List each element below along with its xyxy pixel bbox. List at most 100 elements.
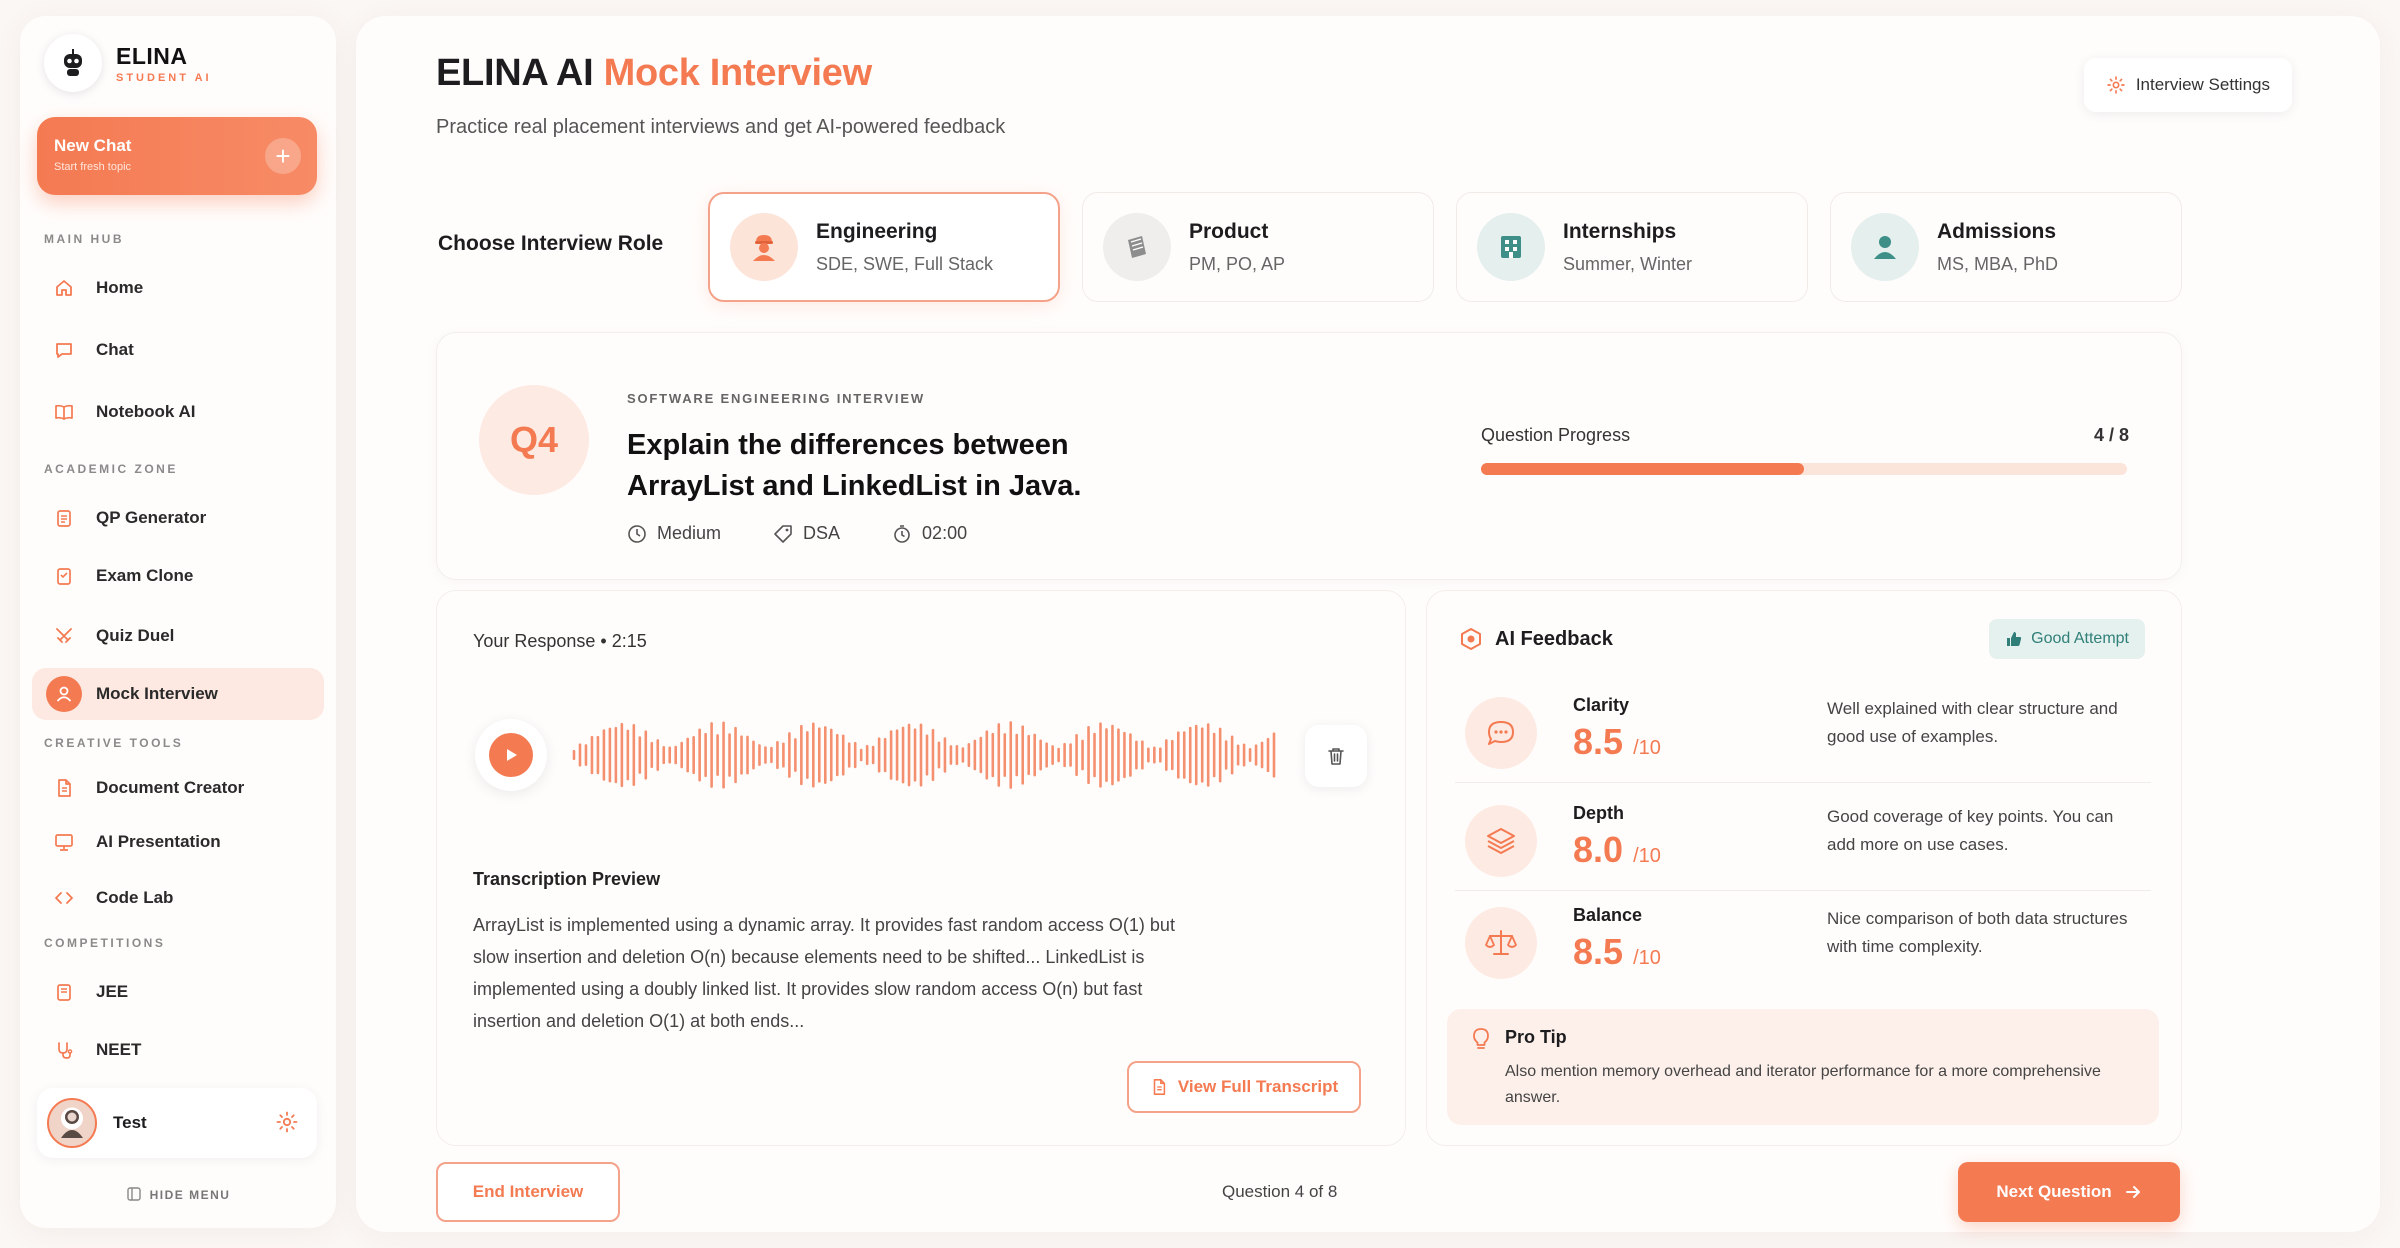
page-title: ELINA AI Mock Interview xyxy=(436,52,872,95)
waveform-bar xyxy=(955,745,959,765)
waveform-bar xyxy=(925,734,929,776)
waveform-bar xyxy=(644,730,648,780)
book-icon xyxy=(46,394,82,430)
sidebar-item-document-creator[interactable]: Document Creator xyxy=(32,762,324,814)
role-card-internships[interactable]: Internships Summer, Winter xyxy=(1456,192,1808,302)
sidebar-item-jee[interactable]: JEE xyxy=(32,966,324,1018)
end-interview-button[interactable]: End Interview xyxy=(436,1162,620,1222)
clipboard-icon xyxy=(46,500,82,536)
waveform-bar xyxy=(1254,744,1258,766)
stethoscope-icon xyxy=(46,1032,82,1068)
waveform-bar xyxy=(770,746,773,764)
delete-recording-button[interactable] xyxy=(1305,725,1367,787)
waveform-bar xyxy=(817,727,821,783)
waveform-bar xyxy=(674,745,678,765)
timer-meta: 02:00 xyxy=(892,523,967,544)
brand[interactable]: ELINA STUDENT AI xyxy=(44,34,212,92)
waveform-bar xyxy=(734,726,737,784)
pro-tip: Pro Tip Also mention memory overhead and… xyxy=(1447,1009,2159,1125)
gear-icon[interactable] xyxy=(275,1110,299,1139)
sidebar-item-label: Code Lab xyxy=(96,888,174,907)
new-chat-button[interactable]: New Chat Start fresh topic + xyxy=(37,117,317,195)
response-title: Your Response • 2:15 xyxy=(473,631,647,651)
waveform-bar xyxy=(782,742,785,768)
waveform-bar xyxy=(1057,747,1060,763)
timer-label: 02:00 xyxy=(922,523,968,543)
role-card-admissions[interactable]: Admissions MS, MBA, PhD xyxy=(1830,192,2182,302)
waveform-bar xyxy=(1039,739,1042,771)
user-profile-card[interactable]: Test xyxy=(37,1088,317,1158)
waveform-bar xyxy=(638,736,642,774)
audio-waveform[interactable] xyxy=(571,717,1277,793)
waveform-bar xyxy=(614,726,618,784)
waveform-bar xyxy=(662,745,666,765)
role-desc: MS, MBA, PhD xyxy=(1937,253,2059,274)
role-name: Product xyxy=(1189,219,1269,243)
user-icon xyxy=(46,676,82,712)
waveform-bar xyxy=(746,735,749,775)
next-question-label: Next Question xyxy=(1996,1182,2112,1201)
sidebar-item-home[interactable]: Home xyxy=(32,262,324,314)
waveform-bar xyxy=(823,726,827,784)
waveform-bar xyxy=(985,730,989,780)
sidebar-item-neet[interactable]: NEET xyxy=(32,1024,324,1076)
waveform-bar xyxy=(1033,733,1036,777)
waveform-bar xyxy=(967,743,971,767)
metric-balance: Balance 8.5 /10 Nice comparison of both … xyxy=(1455,897,2151,993)
waveform-bar xyxy=(1153,746,1156,764)
waveform-bar xyxy=(1015,733,1019,777)
section-creative-tools: CREATIVE TOOLS xyxy=(44,736,184,750)
waveform-bar xyxy=(1105,728,1108,782)
sidebar-item-label: Mock Interview xyxy=(96,684,218,703)
interview-settings-button[interactable]: Interview Settings xyxy=(2083,58,2292,112)
waveform-bar xyxy=(1248,748,1252,762)
speech-bubble-icon xyxy=(1465,697,1537,769)
waveform-bar xyxy=(776,740,779,770)
status-badge-label: Good Attempt xyxy=(2031,630,2129,647)
main-panel: ELINA AI Mock Interview Practice real pl… xyxy=(356,16,2380,1232)
robot-logo-icon xyxy=(44,34,102,92)
new-chat-title: New Chat xyxy=(54,136,132,155)
sidebar-item-exam-clone[interactable]: Exam Clone xyxy=(32,550,324,602)
sidebar-item-code-lab[interactable]: Code Lab xyxy=(32,872,324,924)
play-button[interactable] xyxy=(475,719,547,791)
question-text: Explain the differences between ArrayLis… xyxy=(627,429,1082,502)
metric-score-value: 8.0 xyxy=(1573,829,1624,870)
waveform-bar xyxy=(752,740,755,770)
sidebar-item-qp-generator[interactable]: QP Generator xyxy=(32,492,324,544)
sidebar-item-quiz-duel[interactable]: Quiz Duel xyxy=(32,610,324,662)
sidebar-item-ai-presentation[interactable]: AI Presentation xyxy=(32,816,324,868)
role-name: Admissions xyxy=(1937,219,2057,243)
waveform-bar xyxy=(871,745,875,765)
arrow-right-icon xyxy=(2125,1186,2140,1198)
waveform-bar xyxy=(1224,740,1228,770)
ai-feedback-title: AI Feedback xyxy=(1495,627,1613,650)
brand-subtitle: STUDENT AI xyxy=(116,71,212,84)
waveform-bar xyxy=(620,722,624,788)
sidebar-item-mock-interview[interactable]: Mock Interview xyxy=(32,668,324,720)
waveform-bar xyxy=(1087,725,1090,785)
waveform-bar xyxy=(889,730,893,780)
transcription-text: ArrayList is implemented using a dynamic… xyxy=(473,915,1175,1031)
waveform-bar xyxy=(812,722,815,788)
role-card-product[interactable]: Product PM, PO, AP xyxy=(1082,192,1434,302)
progress-count: 4 / 8 xyxy=(2093,425,2129,445)
metric-score-value: 8.5 xyxy=(1573,931,1624,972)
hide-menu-button[interactable]: HIDE MENU xyxy=(20,1186,336,1202)
difficulty-meta: Medium xyxy=(627,523,721,544)
view-full-transcript-button[interactable]: View Full Transcript xyxy=(1127,1061,1361,1113)
sidebar-item-label: Home xyxy=(96,278,144,297)
waveform-bar xyxy=(788,732,791,778)
metric-score-value: 8.5 xyxy=(1573,721,1624,762)
swords-icon xyxy=(46,618,82,654)
role-card-engineering[interactable]: Engineering SDE, SWE, Full Stack xyxy=(708,192,1060,302)
waveform-bar xyxy=(1242,743,1246,767)
waveform-bar xyxy=(973,739,977,771)
waveform-bar xyxy=(895,729,899,781)
page-title-accent: Mock Interview xyxy=(603,52,873,94)
sidebar-item-notebook-ai[interactable]: Notebook AI xyxy=(32,386,324,438)
sidebar-item-chat[interactable]: Chat xyxy=(32,324,324,376)
next-question-button[interactable]: Next Question xyxy=(1958,1162,2180,1222)
response-card: Your Response • 2:15 Transcription Previ… xyxy=(436,590,1406,1146)
sidebar-item-label: Exam Clone xyxy=(96,566,194,585)
